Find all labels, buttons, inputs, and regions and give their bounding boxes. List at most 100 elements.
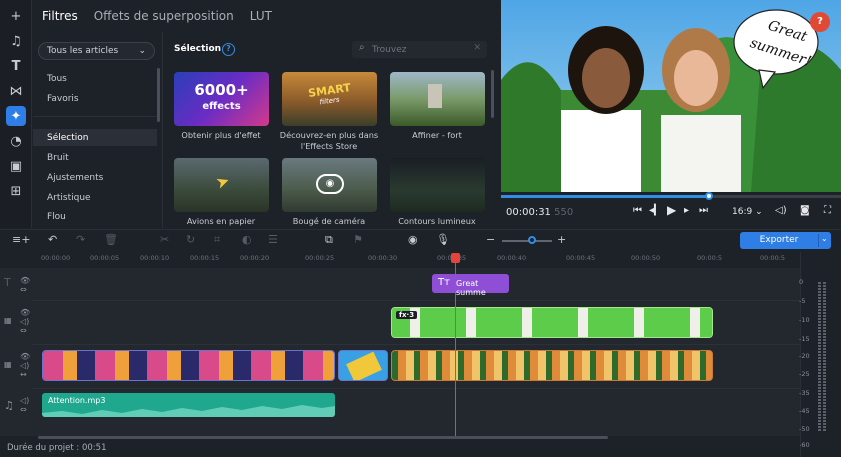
- color-adjust-icon[interactable]: ◐: [242, 233, 252, 246]
- project-duration: Durée du projet : 00:51: [7, 443, 107, 453]
- meter-bar-left: [818, 282, 821, 432]
- equalizer-icon[interactable]: ☰: [268, 233, 278, 246]
- category-adjustments[interactable]: Ajustements: [47, 173, 103, 183]
- zoom-in-icon[interactable]: +: [557, 233, 566, 246]
- category-selection[interactable]: Sélection: [47, 133, 88, 143]
- timeline-scrollbar[interactable]: [38, 436, 608, 439]
- play-icon[interactable]: ▶: [667, 203, 676, 217]
- video-clip-3[interactable]: [391, 350, 713, 381]
- playhead[interactable]: [455, 254, 456, 436]
- zoom-slider-knob[interactable]: [528, 236, 536, 244]
- skip-end-icon[interactable]: ⏭: [699, 205, 708, 216]
- audio-clip[interactable]: Attention.mp3: [42, 393, 335, 417]
- webcam-icon[interactable]: ◉: [408, 233, 418, 246]
- search-box[interactable]: ⌕ ✕: [352, 41, 487, 58]
- aspect-ratio-select[interactable]: 16:9 ⌄: [732, 207, 763, 217]
- export-button[interactable]: Exporter ⌄: [740, 232, 831, 249]
- cut-icon[interactable]: ✂: [160, 233, 169, 246]
- skip-start-icon[interactable]: ⏮: [633, 205, 642, 216]
- step-forward-icon[interactable]: ▸: [684, 205, 689, 216]
- thumb-paper-planes[interactable]: ➤: [174, 158, 269, 212]
- more-tools-icon[interactable]: ⊞: [6, 181, 26, 201]
- undo-icon[interactable]: ↶: [48, 233, 57, 246]
- marker-icon[interactable]: ⚑: [353, 233, 363, 246]
- overlay-icon[interactable]: ⧉: [325, 233, 333, 247]
- category-artistic[interactable]: Artistique: [47, 193, 91, 203]
- db-label: -35: [799, 389, 810, 397]
- mute-icon[interactable]: ◁): [20, 317, 52, 326]
- search-input[interactable]: [372, 43, 472, 56]
- stickers-icon[interactable]: ▣: [6, 156, 26, 176]
- microphone-icon[interactable]: 🎙: [436, 233, 450, 246]
- thumb-get-more-effects[interactable]: 6000+ effects: [174, 72, 269, 126]
- label-get-more-effects: Obtenir plus d'effet: [181, 130, 261, 140]
- video-clip-2-thumbnail: [346, 351, 382, 380]
- thumb-camera-shake[interactable]: ◉: [282, 158, 377, 212]
- rotate-icon[interactable]: ↻: [186, 233, 195, 246]
- thumb-sharpen[interactable]: [390, 72, 485, 126]
- clear-icon[interactable]: ✕: [473, 43, 481, 53]
- export-dropdown-icon[interactable]: ⌄: [821, 234, 828, 243]
- video-clip-2[interactable]: [338, 350, 388, 381]
- effects-tabs: Filtres Offets de superposition LUT: [32, 0, 500, 32]
- link-icon[interactable]: ⇔: [20, 285, 52, 294]
- overlay-clip[interactable]: fx·3: [391, 307, 713, 338]
- thumb-effects-store[interactable]: SMART filters: [282, 72, 377, 126]
- playhead-handle[interactable]: [451, 253, 460, 263]
- clock-icon[interactable]: ◔: [6, 131, 26, 151]
- camera-icon: ◉: [316, 174, 344, 194]
- left-toolbar: + ♫ T ⋈ ✦ ◔ ▣ ⊞: [0, 0, 32, 228]
- snapshot-icon[interactable]: ◙: [800, 205, 810, 216]
- timeline-toolbar: [0, 229, 841, 252]
- tab-overlays[interactable]: Offets de superposition: [94, 9, 234, 23]
- gallery-scrollbar[interactable]: [491, 70, 494, 118]
- progress-knob[interactable]: [705, 192, 713, 200]
- status-bar: Durée du projet : 00:51: [0, 441, 800, 457]
- export-label: Exporter: [759, 235, 799, 245]
- zoom-out-icon[interactable]: −: [486, 233, 495, 246]
- help-icon[interactable]: ?: [222, 43, 235, 56]
- transition-icon[interactable]: ⋈: [6, 81, 26, 101]
- aspect-ratio-value: 16:9: [732, 207, 753, 217]
- volume-icon[interactable]: ◁): [775, 205, 787, 216]
- playback-progress[interactable]: [501, 195, 841, 198]
- title-clip[interactable]: Tт Great summe: [432, 274, 509, 297]
- categories-scrollbar[interactable]: [157, 68, 160, 122]
- db-label: -50: [799, 425, 810, 433]
- crop-icon[interactable]: ⌗: [214, 233, 220, 247]
- category-all[interactable]: Tous: [47, 74, 67, 84]
- help-badge[interactable]: ?: [810, 12, 830, 32]
- articles-dropdown[interactable]: Tous les articles ⌄: [38, 42, 155, 60]
- magic-wand-icon[interactable]: ✦: [6, 106, 26, 126]
- export-divider: [818, 234, 819, 247]
- label-glow-edges: Contours lumineux: [398, 216, 476, 226]
- ruler-tick: 00:00:05: [90, 254, 120, 262]
- add-track-icon[interactable]: ≡+: [12, 233, 30, 246]
- ruler-tick: 00:00:10: [140, 254, 170, 262]
- db-label: -25: [799, 370, 810, 378]
- category-blur[interactable]: Flou: [47, 212, 66, 221]
- db-label: -45: [799, 407, 810, 415]
- plus-icon[interactable]: +: [6, 6, 26, 26]
- thumb-glow-edges[interactable]: [390, 158, 485, 212]
- fx-badge[interactable]: fx·3: [396, 311, 418, 319]
- delete-icon[interactable]: 🗑: [104, 233, 118, 246]
- zoom-slider-track[interactable]: [502, 240, 552, 242]
- category-noise[interactable]: Bruit: [47, 153, 69, 163]
- music-note-icon[interactable]: ♫: [6, 31, 26, 51]
- meter-bar-right: [823, 282, 826, 432]
- video-clip-1[interactable]: [42, 350, 335, 381]
- eye-icon[interactable]: 👁: [20, 276, 52, 285]
- category-favorites[interactable]: Favoris: [47, 94, 79, 104]
- eye-icon[interactable]: 👁: [20, 308, 52, 317]
- step-back-icon[interactable]: ◂▎: [649, 205, 662, 216]
- tab-filters[interactable]: Filtres: [42, 9, 78, 23]
- tab-lut[interactable]: LUT: [250, 9, 272, 23]
- redo-icon[interactable]: ↷: [76, 233, 85, 246]
- fullscreen-icon[interactable]: ⛶: [824, 205, 831, 216]
- text-icon[interactable]: T: [6, 56, 26, 76]
- time-ruler[interactable]: [0, 252, 800, 268]
- timecode-main: 00:00:31: [506, 207, 551, 218]
- badge-6000: 6000+: [194, 81, 249, 99]
- link-icon[interactable]: ⇔: [20, 326, 52, 335]
